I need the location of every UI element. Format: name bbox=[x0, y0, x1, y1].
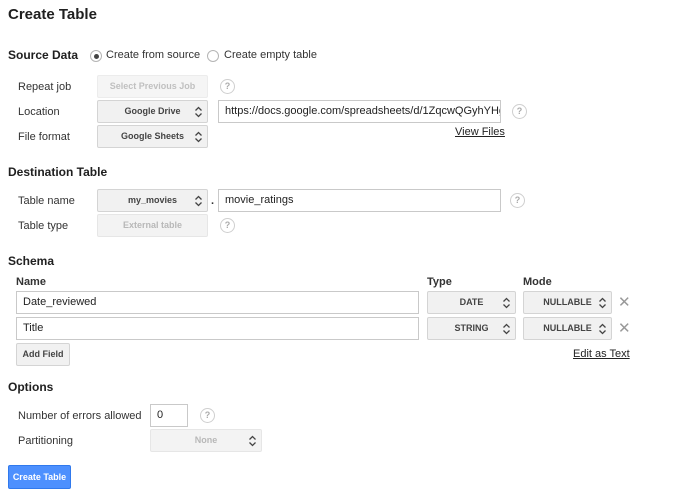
table-type-select[interactable]: External table bbox=[97, 214, 208, 237]
view-files-link[interactable]: View Files bbox=[455, 126, 505, 138]
table-name-input[interactable]: movie_ratings bbox=[218, 189, 501, 212]
help-icon-repeat-job[interactable]: ? bbox=[220, 79, 235, 94]
remove-field-icon[interactable]: ✕ bbox=[618, 321, 631, 336]
options-heading: Options bbox=[8, 380, 54, 394]
file-format-label: File format bbox=[18, 131, 70, 143]
schema-col-name: Name bbox=[16, 276, 46, 288]
schema-field-name-input[interactable]: Date_reviewed bbox=[16, 291, 419, 314]
location-url-input[interactable]: https://docs.google.com/spreadsheets/d/1… bbox=[218, 100, 501, 123]
location-label: Location bbox=[18, 106, 60, 118]
errors-allowed-input[interactable]: 0 bbox=[150, 404, 188, 427]
help-icon-location[interactable]: ? bbox=[512, 104, 527, 119]
page-title: Create Table bbox=[8, 6, 97, 23]
table-name-label: Table name bbox=[18, 195, 75, 207]
schema-field-mode-select[interactable]: NULLABLE bbox=[523, 291, 612, 314]
partitioning-label: Partitioning bbox=[18, 435, 74, 447]
edit-as-text-link[interactable]: Edit as Text bbox=[573, 348, 630, 360]
repeat-job-label: Repeat job bbox=[18, 81, 72, 93]
radio-create-from-source-label[interactable]: Create from source bbox=[106, 49, 200, 61]
remove-field-icon[interactable]: ✕ bbox=[618, 295, 631, 310]
chevron-updown-icon bbox=[195, 195, 202, 207]
location-select[interactable]: Google Drive bbox=[97, 100, 208, 123]
schema-field-type-value: STRING bbox=[454, 323, 489, 333]
help-icon-table-type[interactable]: ? bbox=[220, 218, 235, 233]
chevron-updown-icon bbox=[195, 131, 202, 143]
help-icon-table-name[interactable]: ? bbox=[510, 193, 525, 208]
schema-field-mode-value: NULLABLE bbox=[543, 323, 592, 333]
schema-field-mode-value: NULLABLE bbox=[543, 297, 592, 307]
schema-col-type: Type bbox=[427, 276, 452, 288]
dataset-select-value: my_movies bbox=[127, 195, 178, 205]
errors-allowed-label: Number of errors allowed bbox=[18, 410, 142, 422]
create-table-button[interactable]: Create Table bbox=[8, 465, 71, 489]
add-field-button[interactable]: Add Field bbox=[16, 343, 70, 366]
dataset-select[interactable]: my_movies bbox=[97, 189, 208, 212]
schema-field-mode-select[interactable]: NULLABLE bbox=[523, 317, 612, 340]
chevron-updown-icon bbox=[599, 323, 606, 335]
table-type-select-value: External table bbox=[122, 220, 183, 230]
radio-create-empty-table-label[interactable]: Create empty table bbox=[224, 49, 317, 61]
chevron-updown-icon bbox=[599, 297, 606, 309]
schema-field-type-select[interactable]: STRING bbox=[427, 317, 516, 340]
radio-create-from-source[interactable] bbox=[90, 50, 102, 62]
schema-field-type-value: DATE bbox=[459, 297, 484, 307]
partitioning-select[interactable]: None bbox=[150, 429, 262, 452]
table-type-label: Table type bbox=[18, 220, 69, 232]
select-previous-job-button[interactable]: Select Previous Job bbox=[97, 75, 208, 98]
chevron-updown-icon bbox=[195, 106, 202, 118]
file-format-select[interactable]: Google Sheets bbox=[97, 125, 208, 148]
chevron-updown-icon bbox=[249, 435, 256, 447]
partitioning-select-value: None bbox=[194, 435, 218, 445]
schema-field-name-input[interactable]: Title bbox=[16, 317, 419, 340]
radio-create-empty-table[interactable] bbox=[207, 50, 219, 62]
chevron-updown-icon bbox=[503, 323, 510, 335]
file-format-select-value: Google Sheets bbox=[120, 131, 184, 141]
help-icon-errors-allowed[interactable]: ? bbox=[200, 408, 215, 423]
location-select-value: Google Drive bbox=[124, 106, 181, 116]
dataset-table-separator: . bbox=[211, 195, 215, 207]
destination-table-heading: Destination Table bbox=[8, 165, 108, 179]
schema-col-mode: Mode bbox=[523, 276, 552, 288]
source-data-heading: Source Data bbox=[8, 48, 79, 62]
schema-heading: Schema bbox=[8, 254, 55, 268]
chevron-updown-icon bbox=[503, 297, 510, 309]
schema-field-type-select[interactable]: DATE bbox=[427, 291, 516, 314]
